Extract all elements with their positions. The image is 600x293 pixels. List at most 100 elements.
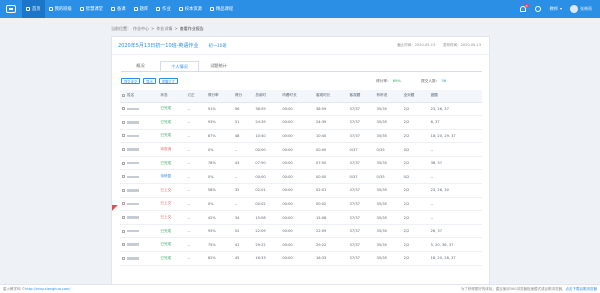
student-name-blurred[interactable] [127, 257, 139, 260]
table-cell: 15:08 [313, 210, 348, 225]
table-row[interactable]: 待修复 -- 0% -- 00:00 00:00 00:00 0/37 0/35 0/2 -- [120, 169, 482, 185]
notification-bell-icon[interactable]: 3 [519, 4, 529, 12]
table-cell: 37/37 [347, 183, 375, 198]
table-row[interactable]: 已完成 -- 82% 45 16:33 00:00 16:33 37/37 35/35 2/2 18… [120, 251, 482, 266]
nav-item-2[interactable]: 智慧课堂 [76, 0, 107, 18]
column-header[interactable]: 姓名 [120, 90, 159, 103]
student-name-blurred[interactable] [127, 107, 139, 111]
row-checkbox[interactable] [122, 134, 125, 138]
student-name-blurred[interactable] [127, 202, 139, 206]
row-checkbox[interactable] [122, 188, 125, 192]
table-cell: 35/35 [374, 115, 402, 130]
table-cell: 00:00 [253, 142, 281, 157]
table-cell: 35/35 [374, 183, 402, 198]
breadcrumb: 当前位置： 作业中心 > 作业详情 > 查看作业报告 [111, 26, 204, 32]
row-checkbox[interactable] [122, 107, 125, 111]
nav-item-1[interactable]: 我的班级 [45, 0, 76, 18]
column-header-label: 状态 [160, 93, 168, 98]
top-navigation-bar: 首页 我的班级 智慧课堂 备课 题库 作业 校本资源 精品课程 3 教师 张晓雨 [0, 0, 600, 18]
row-checkbox[interactable] [122, 229, 125, 233]
table-row[interactable]: 待查询 -- 0% -- 00:00 00:00 00:00 0/37 0/35 0/2 -- [120, 142, 482, 157]
nav-icon [79, 7, 84, 11]
row-checkbox[interactable] [122, 148, 125, 152]
table-cell: -- [232, 169, 254, 185]
table-cell: 2/2 [401, 237, 429, 253]
table-cell: 91% [205, 102, 233, 117]
nav-item-7[interactable]: 精品课程 [206, 0, 237, 18]
row-checkbox[interactable] [122, 161, 125, 165]
nav-item-0[interactable]: 首页 [22, 0, 45, 18]
table-row[interactable]: 已完成 -- 95% 52 22:09 00:00 22:09 37/37 35/35 2/2 26… [120, 224, 482, 239]
remind-unsubmitted-button[interactable]: 提交未交 [121, 78, 141, 84]
row-checkbox[interactable] [122, 256, 125, 260]
row-checkbox[interactable] [122, 216, 125, 220]
app-logo[interactable] [0, 0, 22, 18]
table-cell [120, 115, 159, 130]
row-checkbox[interactable] [122, 243, 125, 247]
row-checkbox[interactable] [122, 120, 125, 124]
table-cell: 5, 20, 36, 37 [428, 237, 482, 253]
table-row[interactable]: 已上交 -- 58% 32 02:01 00:00 02:01 37/37 35/35 2/2 23… [120, 183, 482, 198]
column-header-label: 得分率 [207, 93, 219, 98]
table-cell: 2/2 [401, 210, 429, 225]
student-name-blurred[interactable] [127, 161, 139, 165]
table-row[interactable]: 已上交 -- 42% 34 15:08 00:00 15:08 37/37 35/35 2/2 -- [120, 210, 482, 225]
table-cell: 37/37 [347, 156, 375, 171]
nav-item-4[interactable]: 题库 [130, 0, 153, 18]
nav-icon [156, 7, 161, 11]
column-header: 听看时长 [280, 90, 314, 103]
row-checkbox[interactable] [122, 175, 125, 179]
chevron-down-icon[interactable] [560, 8, 562, 10]
table-row[interactable]: 已完成 -- 91% 56 38:59 00:00 38:59 37/37 35/35 2/2 23… [120, 102, 482, 117]
student-name-blurred[interactable] [127, 121, 139, 124]
student-name-blurred[interactable] [127, 243, 139, 246]
breadcrumb-label: 当前位置： [111, 26, 131, 31]
student-name-blurred[interactable] [127, 229, 139, 233]
user-avatar[interactable] [570, 5, 578, 13]
nav-item-3[interactable]: 备课 [107, 0, 130, 18]
table-cell: 18, 20, 28, 37 [428, 251, 482, 266]
select-all-checkbox[interactable] [122, 93, 125, 97]
breadcrumb-separator: > [174, 26, 178, 31]
row-checkbox[interactable] [122, 202, 125, 206]
breadcrumb-homework-detail[interactable]: 作业详情 [156, 26, 172, 32]
table-cell: 15:08 [253, 210, 281, 225]
table-cell: 16:33 [253, 251, 281, 266]
footer-link[interactable]: http://zhxy.xianghuo.com/ [25, 287, 70, 291]
remind-correction-button[interactable]: 提醒订正 [158, 78, 178, 84]
message-icon[interactable] [534, 6, 541, 12]
table-row[interactable]: 已完成 -- 75% 41 29:22 00:00 29:22 37/37 35/35 2/2 5,… [120, 237, 482, 253]
export-button[interactable]: 导出 [143, 78, 156, 84]
table-cell: 已完成 [158, 224, 186, 239]
table-cell: 0/37 [347, 169, 375, 185]
download-browser-link[interactable]: 点击下载谷歌浏览器 [566, 287, 598, 291]
student-name-blurred[interactable] [127, 148, 139, 151]
nav-item-6[interactable]: 校本资源 [175, 0, 206, 18]
table-cell: 0/35 [374, 169, 402, 185]
table-cell [120, 156, 159, 171]
user-name[interactable]: 张晓雨 [580, 6, 592, 12]
table-cell: 23, 26, 30 [428, 183, 482, 198]
breadcrumb-homework-center[interactable]: 作业中心 [133, 26, 149, 32]
student-name-blurred[interactable] [127, 216, 139, 219]
table-cell: 37/37 [347, 210, 375, 225]
student-name-blurred[interactable] [127, 134, 139, 138]
table-row[interactable]: 已上交 -- 0% -- 00:02 00:00 00:02 37/37 35/35 2/2 -- [120, 197, 482, 212]
student-name-blurred[interactable] [127, 175, 139, 179]
nav-item-5[interactable]: 作业 [152, 0, 175, 18]
table-cell: 29:22 [313, 237, 348, 253]
table-row[interactable]: 已完成 -- 78% 43 07:50 00:00 07:50 37/37 35/35 2/2 36… [120, 156, 482, 171]
role-switch[interactable]: 教师 [550, 6, 558, 12]
tab-question-stats[interactable]: 试题统计 [199, 61, 238, 71]
student-name-blurred[interactable] [127, 189, 139, 192]
nav-label: 题库 [139, 7, 149, 12]
column-header: 订正 [185, 90, 206, 103]
table-cell: 48 [232, 129, 254, 144]
row-corner-mark [112, 205, 122, 215]
tab-individual[interactable]: 个人情况 [160, 61, 199, 71]
table-cell: 已完成 [158, 237, 186, 253]
table-row[interactable]: 已完成 -- 93% 51 24:39 00:00 24:39 37/37 35/35 2/2 6,… [120, 115, 482, 130]
column-header: 全对题 [401, 90, 429, 103]
tab-overview[interactable]: 概况 [121, 61, 160, 71]
table-row[interactable]: 已完成 -- 87% 48 10:40 00:00 10:40 37/37 35/35 2/2 18… [120, 129, 482, 144]
